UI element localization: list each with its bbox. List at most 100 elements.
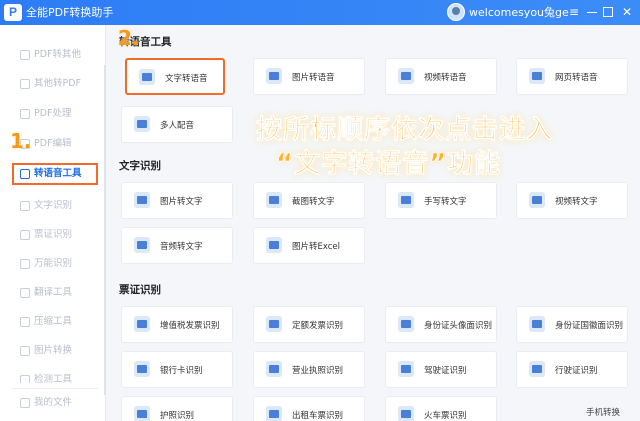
passport-icon (134, 406, 150, 421)
id-card-back-icon (529, 316, 545, 332)
audio-to-text-icon (134, 237, 150, 253)
sidebar-item-label: 图片转换 (34, 345, 73, 356)
sidebar-item-other-to-pdf[interactable]: 其他转PDF (12, 73, 98, 95)
instruction-overlay-line1: 按所标顺序依次点击进入 (256, 115, 554, 146)
card-business-license[interactable]: 营业执照识别 (253, 351, 365, 388)
card-image-to-speech[interactable]: 图片转语音 (253, 58, 365, 95)
image-convert-icon (20, 346, 30, 356)
sidebar: PDF转其他 其他转PDF PDF处理 PDF编辑 转语音工具 文字识别 票证识… (0, 25, 106, 421)
sidebar-item-label: PDF处理 (34, 108, 72, 119)
card-image-to-excel[interactable]: 图片转Excel (253, 227, 365, 264)
card-video-to-text[interactable]: 视频转文字 (516, 182, 628, 219)
card-id-card-back[interactable]: 身份证国徽面识别 (516, 306, 628, 343)
card-webpage-to-speech[interactable]: 网页转语音 (516, 58, 628, 95)
sidebar-item-pdf-process[interactable]: PDF处理 (12, 103, 98, 125)
image-to-text-icon (134, 192, 150, 208)
sidebar-item-text-recognition[interactable]: 文字识别 (12, 195, 98, 217)
title-bar: P 全能PDF转换助手 welcomesyou兔ge ≡ ✕ (0, 0, 640, 25)
video-to-text-icon (529, 192, 545, 208)
close-icon[interactable]: ✕ (619, 4, 635, 20)
sidebar-item-ticket-recognition[interactable]: 票证识别 (12, 224, 98, 246)
vat-invoice-icon (134, 316, 150, 332)
sidebar-item-label: 万能识别 (34, 258, 73, 269)
card-taxi-receipt[interactable]: 出租车票识别 (253, 396, 365, 421)
sidebar-item-label: 票证识别 (34, 229, 73, 240)
app-window: P 全能PDF转换助手 welcomesyou兔ge ≡ ✕ PDF转其他 其他… (0, 0, 640, 421)
speech-tools-icon (20, 169, 30, 179)
card-id-card-front[interactable]: 身份证头像面识别 (385, 306, 497, 343)
taxi-receipt-icon (266, 406, 282, 421)
sidebar-item-label: 翻译工具 (34, 287, 73, 298)
sidebar-item-label: 压缩工具 (34, 316, 73, 327)
sidebar-item-label: 其他转PDF (34, 78, 82, 89)
sidebar-item-label: 检测工具 (34, 374, 73, 383)
sidebar-item-detect-tools[interactable]: 检测工具 (12, 369, 98, 383)
card-bank-card[interactable]: 银行卡识别 (121, 351, 233, 388)
bank-card-icon (134, 361, 150, 377)
image-to-excel-icon (266, 237, 282, 253)
train-ticket-icon (398, 406, 414, 421)
image-to-speech-icon (266, 68, 282, 84)
sidebar-item-image-convert[interactable]: 图片转换 (12, 340, 98, 362)
sidebar-item-compress-tools[interactable]: 压缩工具 (12, 311, 98, 333)
fixed-invoice-icon (266, 316, 282, 332)
card-text-to-speech[interactable]: 文字转语音 (125, 58, 225, 95)
business-license-icon (266, 361, 282, 377)
card-fixed-invoice[interactable]: 定额发票识别 (253, 306, 365, 343)
ticket-recognition-icon (20, 230, 30, 240)
step-marker-1: 1. (10, 129, 32, 153)
handwriting-to-text-icon (398, 192, 414, 208)
pdf-process-icon (20, 109, 30, 119)
card-train-ticket[interactable]: 火车票识别 (385, 396, 497, 421)
webpage-to-speech-icon (529, 68, 545, 84)
video-to-speech-icon (398, 68, 414, 84)
step-marker-2: 2. (118, 26, 140, 50)
detect-icon (20, 375, 30, 383)
card-audio-to-text[interactable]: 音频转文字 (121, 227, 233, 264)
user-name[interactable]: welcomesyou兔ge (469, 5, 569, 20)
folder-icon (20, 398, 30, 408)
section-title-text-recognition: 文字识别 (119, 160, 161, 172)
card-handwriting-to-text[interactable]: 手写转文字 (385, 182, 497, 219)
sidebar-item-translation-tools[interactable]: 翻译工具 (12, 282, 98, 304)
translation-icon (20, 288, 30, 298)
sidebar-divider (12, 388, 98, 389)
sidebar-item-pdf-to-other[interactable]: PDF转其他 (12, 44, 98, 66)
card-vehicle-license[interactable]: 行驶证识别 (516, 351, 628, 388)
main-content: 转语音工具 文字转语音 图片转语音 视频转语音 网页转语音 多人配音 文字识别 … (106, 25, 640, 421)
screenshot-to-text-icon (266, 192, 282, 208)
section-title-ticket-recognition: 票证识别 (119, 284, 161, 296)
sidebar-item-label: PDF编辑 (34, 138, 72, 149)
sidebar-item-label: 我的文件 (34, 397, 73, 408)
instruction-overlay-line2: “文字转语音”功能 (276, 149, 502, 180)
compress-icon (20, 317, 30, 327)
menu-icon[interactable]: ≡ (566, 4, 582, 20)
sidebar-item-label: 转语音工具 (34, 168, 82, 179)
sidebar-item-universal-recognition[interactable]: 万能识别 (12, 253, 98, 275)
mobile-convert-link[interactable]: 手机转换 (586, 406, 620, 418)
app-title: 全能PDF转换助手 (26, 6, 114, 19)
user-avatar[interactable] (447, 3, 465, 21)
card-video-to-speech[interactable]: 视频转语音 (385, 58, 497, 95)
card-passport[interactable]: 护照识别 (121, 396, 233, 421)
driver-license-icon (398, 361, 414, 377)
sidebar-item-text-to-speech-tools[interactable]: 转语音工具 (12, 163, 98, 185)
card-multi-voice[interactable]: 多人配音 (121, 106, 233, 143)
universal-recognition-icon (20, 259, 30, 269)
minimize-icon[interactable] (584, 4, 600, 20)
id-card-front-icon (398, 316, 414, 332)
sidebar-item-label: PDF转其他 (34, 49, 82, 60)
maximize-icon[interactable] (600, 4, 616, 20)
card-driver-license[interactable]: 驾驶证识别 (385, 351, 497, 388)
card-image-to-text[interactable]: 图片转文字 (121, 182, 233, 219)
text-recognition-icon (20, 201, 30, 211)
pdf-convert-icon (20, 50, 30, 60)
vehicle-license-icon (529, 361, 545, 377)
sidebar-item-label: 文字识别 (34, 200, 73, 211)
text-to-speech-icon (139, 69, 155, 85)
card-vat-invoice[interactable]: 增值税发票识别 (121, 306, 233, 343)
app-logo-icon: P (4, 4, 22, 21)
card-screenshot-to-text[interactable]: 截图转文字 (253, 182, 365, 219)
sidebar-item-my-files[interactable]: 我的文件 (12, 392, 98, 414)
multi-voice-icon (134, 116, 150, 132)
